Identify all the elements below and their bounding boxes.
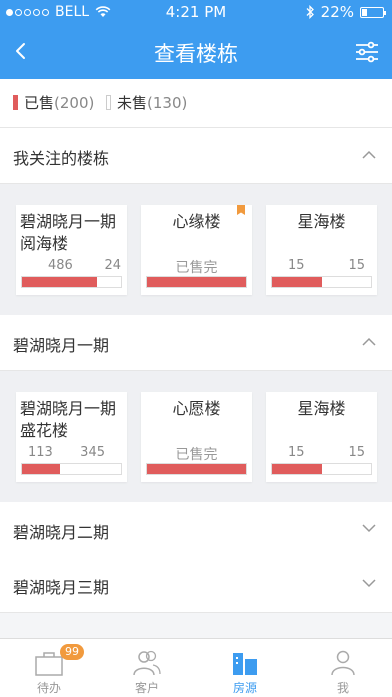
tab-label: 房源 [232,681,257,695]
building-counts: 113 345 [28,445,105,460]
building-name: 星海楼 [297,212,346,231]
sales-progress-bar [146,463,247,475]
status-bar: BELL 4:21 PM 22% [0,0,392,24]
sold-label: 已售 [24,94,55,112]
sold-fill [147,464,246,474]
section-header-phase1[interactable]: 碧湖晓月一期 [0,315,392,371]
favorites-grid: 碧湖晓月一期 阅海楼 486 24 心缘楼 已售完 星海楼 15 15 [0,184,392,315]
building-card[interactable]: 心缘楼 已售完 [141,205,252,295]
section-header-phase2[interactable]: 碧湖晓月二期 [0,502,392,558]
building-card[interactable]: 星海楼 15 15 [266,392,377,482]
sold-number: 15 [288,445,305,460]
sold-fill [22,464,60,474]
building-name: 心愿楼 [172,399,221,418]
sold-fill [22,277,98,287]
building-card[interactable]: 碧湖晓月一期 阅海楼 486 24 [16,205,127,295]
tab-label: 客户 [134,681,159,695]
sold-number: 15 [288,258,305,273]
legend-unsold: 未售(130) [106,92,187,113]
header: BELL 4:21 PM 22% 查看楼栋 [0,0,392,79]
section-title: 我关注的楼栋 [13,149,110,168]
unsold-number: 15 [348,258,365,273]
building-card[interactable]: 碧湖晓月一期 盛花楼 113 345 [16,392,127,482]
chevron-down-icon [362,579,376,588]
nav-bar: 查看楼栋 [0,24,392,79]
unsold-number: 345 [80,445,105,460]
sold-out-label: 已售完 [175,447,218,463]
unsold-label: 未售 [117,94,148,112]
unsold-swatch [106,95,111,110]
chevron-up-icon [362,150,376,159]
sold-fill [272,464,322,474]
sold-fill [272,277,322,287]
phase1-grid: 碧湖晓月一期 盛花楼 113 345 心愿楼 已售完 星海楼 15 15 [0,371,392,502]
tab-me[interactable]: 我 [294,639,392,697]
sold-number: 486 [48,258,73,273]
sold-out-label: 已售完 [175,260,218,276]
page-title: 查看楼栋 [154,42,238,66]
tab-todo[interactable]: 99 待办 [0,639,98,697]
building-counts: 15 15 [288,258,365,273]
tab-listings[interactable]: 房源 [196,639,294,697]
customers-icon [133,650,161,676]
sales-progress-bar [146,276,247,288]
person-icon [331,650,355,676]
section-title: 碧湖晓月三期 [13,578,110,597]
building-counts: 486 24 [48,258,121,273]
sold-count: (200) [54,94,95,112]
sold-swatch [13,95,18,110]
sales-progress-bar [21,463,122,475]
building-card[interactable]: 心愿楼 已售完 [141,392,252,482]
unsold-number: 15 [348,445,365,460]
tab-bar: 99 待办 客户 房源 我 [0,638,392,697]
chevron-down-icon [362,524,376,533]
sold-number: 113 [28,445,53,460]
building-card[interactable]: 星海楼 15 15 [266,205,377,295]
battery-icon [360,6,386,18]
legend-sold: 已售(200) [13,92,94,113]
sales-progress-bar [21,276,122,288]
section-title: 碧湖晓月二期 [13,523,110,542]
tab-customers[interactable]: 客户 [98,639,196,697]
battery-percent: 22% [320,3,354,21]
sales-progress-bar [271,463,372,475]
bookmark-icon [237,205,245,215]
building-name: 心缘楼 [172,212,221,231]
todo-badge: 99 [60,644,84,660]
unsold-count: (130) [147,94,188,112]
tab-label: 我 [336,681,349,695]
bluetooth-icon [306,5,314,19]
building-name: 碧湖晓月一期 盛花楼 [20,399,117,440]
section-header-favorites[interactable]: 我关注的楼栋 [0,128,392,184]
sales-progress-bar [271,276,372,288]
section-title: 碧湖晓月一期 [13,336,110,355]
building-name: 星海楼 [297,399,346,418]
building-name: 碧湖晓月一期 阅海楼 [20,212,117,253]
tab-label: 待办 [36,681,61,695]
building-counts: 15 15 [288,445,365,460]
buildings-icon [233,653,257,675]
sales-legend: 已售(200) 未售(130) [0,79,392,128]
sold-fill [147,277,246,287]
unsold-number: 24 [104,258,121,273]
filter-icon[interactable] [354,39,380,65]
chevron-up-icon [362,337,376,346]
section-header-phase3[interactable]: 碧湖晓月三期 [0,557,392,613]
